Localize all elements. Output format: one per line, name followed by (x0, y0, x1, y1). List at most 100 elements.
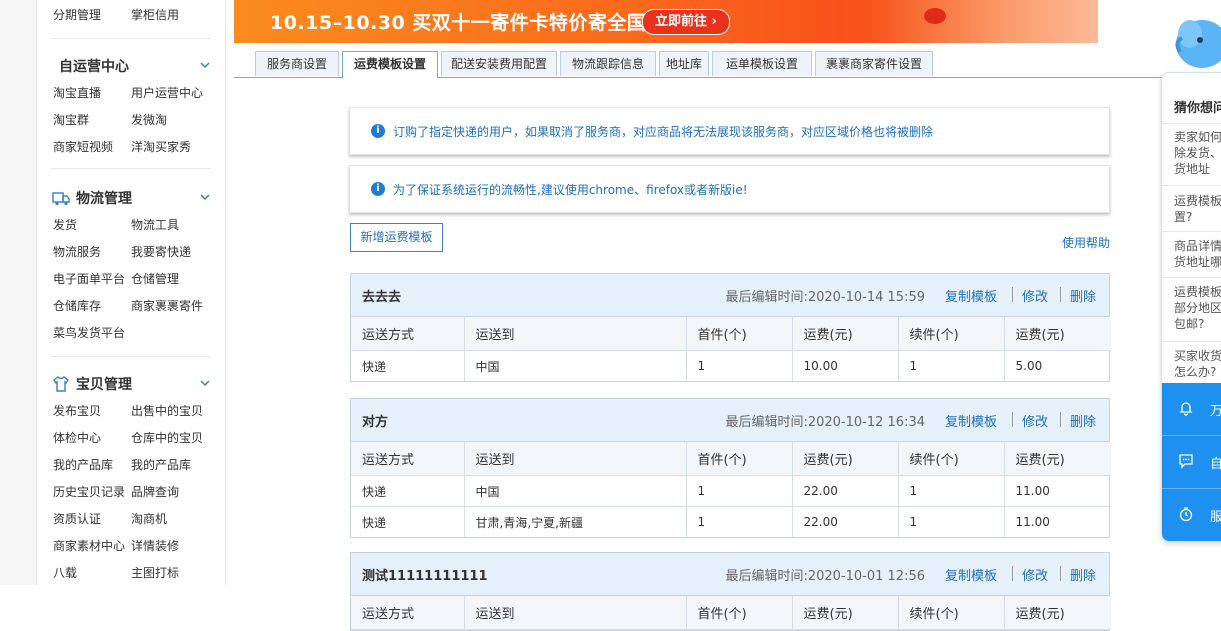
sidebar-item-label: 发布宝贝 (53, 404, 102, 418)
sidebar-item-label: 仓储库存 (53, 299, 102, 313)
faq-item[interactable]: 商品详情 货地址哪 (1174, 238, 1221, 270)
service-button[interactable]: 服 (1162, 489, 1221, 541)
sidebar-item[interactable]: 八载 主图打标 (53, 564, 179, 581)
self-service-button[interactable]: 自 (1162, 436, 1221, 488)
delete-template-link[interactable]: 删除 (1070, 565, 1096, 584)
copy-template-link[interactable]: 复制模板 (945, 286, 997, 305)
promo-banner[interactable]: 10.15–10.30 买双十一寄件卡特价寄全国 立即前往 › (234, 0, 1098, 43)
sidebar-item[interactable]: 淘宝群 发微淘 (53, 111, 167, 128)
action-separator (1012, 566, 1013, 581)
tab-4[interactable]: 地址库 (659, 51, 709, 76)
tab-bar: 服务商设置 运费模板设置 配送安装费用配置 物流跟踪信息 地址库 运单模板设置 裹裹商家寄件… (234, 51, 1221, 78)
sidebar-item-credit[interactable]: 掌柜信用 (131, 6, 179, 23)
sidebar-item[interactable]: 菜鸟发货平台 (53, 324, 125, 341)
sidebar-item[interactable]: 资质认证 淘商机 (53, 510, 167, 527)
shipping-rate-table: 运送方式 运送到 首件(个) 运费(元) 续件(个) 运费(元) 快递 中国 1 10.00 1 5.… (351, 317, 1111, 381)
sidebar-item[interactable]: 品牌查询 (131, 483, 179, 500)
sidebar-item-label: 体检中心 (53, 431, 102, 445)
mascot-icon[interactable] (1170, 12, 1221, 72)
faq-item[interactable]: 运费模板 部分地区 包邮? (1174, 284, 1221, 332)
sidebar-item[interactable]: 历史宝贝记录 品牌查询 (53, 483, 179, 500)
column-header: 运费(元) (792, 596, 899, 630)
sidebar-item[interactable]: 仓储管理 (131, 270, 179, 287)
chevron-down-icon[interactable] (199, 191, 211, 203)
sidebar-item[interactable]: 商家素材中心 详情装修 (53, 537, 179, 554)
column-header: 续件(个) (898, 442, 1005, 476)
sidebar-divider (51, 168, 211, 169)
tab-0[interactable]: 服务商设置 (255, 51, 339, 76)
section-header-logistics[interactable]: 物流管理 (52, 188, 132, 208)
table-cell: 中国 (464, 475, 687, 507)
copy-template-link[interactable]: 复制模板 (945, 565, 997, 584)
column-header: 运送方式 (351, 317, 465, 351)
section-header-goods[interactable]: 宝贝管理 (52, 374, 132, 394)
table-row: 快递 中国 1 10.00 1 5.00 (351, 350, 1111, 381)
edit-template-link[interactable]: 修改 (1022, 565, 1048, 584)
action-separator (1060, 566, 1061, 581)
sidebar-item[interactable]: 我的产品库 我的产品库 (53, 456, 191, 473)
sidebar-item[interactable]: 电子面单平台 仓储管理 (53, 270, 179, 287)
table-row: 快递 甘肃,青海,宁夏,新疆 1 22.00 1 11.00 (351, 506, 1111, 537)
sidebar: 分期管理 掌柜信用 自运营中心 淘宝直播 用户运营中心 淘宝群 发微淘商家短视频 洋淘买… (36, 0, 226, 585)
last-edited-time: 最后编辑时间:2020-10-01 12:56 (725, 569, 925, 584)
sidebar-divider (51, 38, 211, 39)
last-edited-time: 最后编辑时间:2020-10-12 16:34 (725, 415, 925, 430)
sidebar-item[interactable]: 淘商机 (131, 510, 167, 527)
column-header: 运送方式 (351, 442, 465, 476)
sidebar-item-installment[interactable]: 分期管理 掌柜信用 (53, 6, 179, 23)
sidebar-item[interactable]: 商家短视频 洋淘买家秀 (53, 138, 191, 155)
sidebar-item[interactable]: 仓储库存 商家裹裹寄件 (53, 297, 203, 314)
sidebar-item[interactable]: 淘宝直播 用户运营中心 (53, 84, 203, 101)
shipping-template: 去去去 最后编辑时间:2020-10-14 15:59 复制模板 修改 删除 运送方式 运送… (350, 273, 1111, 382)
sidebar-item[interactable]: 我的产品库 (131, 456, 191, 473)
info-icon: i (371, 124, 385, 138)
table-cell: 甘肃,青海,宁夏,新疆 (464, 506, 687, 537)
sidebar-item[interactable]: 发微淘 (131, 111, 167, 128)
sidebar-item[interactable]: 用户运营中心 (131, 84, 203, 101)
banner-decoration (874, 0, 1098, 43)
edit-template-link[interactable]: 修改 (1022, 286, 1048, 305)
tab-5[interactable]: 运单模板设置 (712, 51, 812, 76)
sidebar-item[interactable]: 洋淘买家秀 (131, 138, 191, 155)
faq-item[interactable]: 卖家如何 除发货、 货地址 (1174, 129, 1221, 177)
copy-template-link[interactable]: 复制模板 (945, 411, 997, 430)
action-separator (1060, 287, 1061, 302)
tab-3[interactable]: 物流跟踪信息 (560, 51, 656, 76)
column-header: 首件(个) (686, 317, 793, 351)
column-header: 运费(元) (1004, 317, 1111, 351)
sidebar-item[interactable]: 我要寄快递 (131, 243, 191, 260)
sidebar-item[interactable]: 体检中心 仓库中的宝贝 (53, 429, 203, 446)
sidebar-item[interactable]: 物流工具 (131, 216, 179, 233)
table-cell: 22.00 (792, 506, 899, 537)
sidebar-item[interactable]: 发布宝贝 出售中的宝贝 (53, 402, 203, 419)
table-cell: 中国 (464, 350, 687, 381)
sidebar-item-label: 八载 (53, 566, 78, 580)
sidebar-item-label: 淘宝群 (53, 113, 90, 127)
banner-text: 10.15–10.30 买双十一寄件卡特价寄全国 (270, 12, 647, 34)
add-shipping-template-button[interactable]: 新增运费模板 (350, 223, 443, 252)
sidebar-item[interactable]: 详情装修 (131, 537, 179, 554)
action-separator (1012, 287, 1013, 302)
tab-1[interactable]: 运费模板设置 (342, 51, 438, 78)
sidebar-item[interactable]: 出售中的宝贝 (131, 402, 203, 419)
tab-2[interactable]: 配送安装费用配置 (441, 51, 557, 76)
chevron-down-icon[interactable] (199, 377, 211, 389)
edit-template-link[interactable]: 修改 (1022, 411, 1048, 430)
help-link[interactable]: 使用帮助 (1062, 234, 1110, 251)
tab-6[interactable]: 裹裹商家寄件设置 (815, 51, 933, 76)
notification-button[interactable]: 万 (1162, 383, 1221, 435)
sidebar-item[interactable]: 物流服务 我要寄快递 (53, 243, 191, 260)
faq-item[interactable]: 运费模板 置? (1174, 193, 1221, 225)
delete-template-link[interactable]: 删除 (1070, 286, 1096, 305)
chevron-down-icon[interactable] (199, 59, 211, 71)
sidebar-item[interactable]: 仓库中的宝贝 (131, 429, 203, 446)
table-cell: 快递 (351, 506, 465, 537)
faq-item[interactable]: 买家收货 怎么办? (1174, 348, 1221, 380)
table-cell: 1 (898, 506, 1005, 537)
section-header-self-operation[interactable]: 自运营中心 (59, 56, 129, 76)
banner-go-button[interactable]: 立即前往 › (642, 9, 730, 35)
delete-template-link[interactable]: 删除 (1070, 411, 1096, 430)
sidebar-item[interactable]: 主图打标 (131, 564, 179, 581)
sidebar-item[interactable]: 发货 物流工具 (53, 216, 179, 233)
sidebar-item[interactable]: 商家裹裹寄件 (131, 297, 203, 314)
